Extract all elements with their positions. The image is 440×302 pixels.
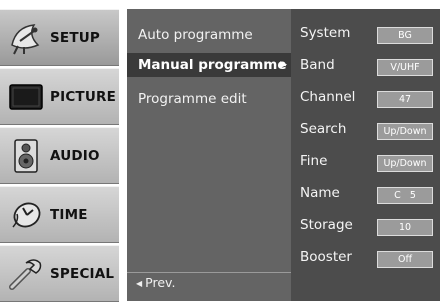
setting-label: System (300, 25, 351, 41)
submenu-item-label: Auto programme (138, 27, 253, 43)
submenu-item-programme-edit[interactable]: Programme edit (127, 87, 291, 111)
submenu-item-auto-programme[interactable]: Auto programme (127, 23, 291, 47)
arrow-left-icon: ◀ (136, 279, 143, 288)
prev-label: Prev. (145, 275, 176, 290)
setting-row-fine[interactable]: Fine Up/Down (291, 148, 440, 180)
setting-value-system[interactable]: BG (377, 27, 433, 44)
setting-row-search[interactable]: Search Up/Down (291, 116, 440, 148)
setting-label: Fine (300, 153, 328, 169)
setting-row-channel[interactable]: Channel 47 (291, 84, 440, 116)
category-audio[interactable]: AUDIO (0, 127, 119, 184)
submenu-item-label: Programme edit (138, 91, 247, 107)
setting-value-name[interactable]: C 5 (377, 187, 433, 204)
category-label: AUDIO (50, 147, 100, 164)
setting-value-booster[interactable]: Off (377, 251, 433, 268)
speaker-icon (6, 136, 46, 176)
setting-row-booster[interactable]: Booster Off (291, 244, 440, 276)
category-label: PICTURE (50, 88, 117, 105)
category-label: TIME (50, 206, 88, 223)
setting-label: Channel (300, 89, 356, 105)
setting-value-band[interactable]: V/UHF (377, 59, 433, 76)
setting-label: Name (300, 185, 340, 201)
clock-icon (6, 195, 46, 235)
setting-row-band[interactable]: Band V/UHF (291, 52, 440, 84)
setting-row-system[interactable]: System BG (291, 20, 440, 52)
submenu-panel: Auto programme Manual programme ▶ Progra… (127, 9, 291, 301)
category-special[interactable]: SPECIAL (0, 245, 119, 302)
category-label: SETUP (50, 29, 101, 46)
category-label: SPECIAL (50, 265, 115, 282)
setting-value-search[interactable]: Up/Down (377, 123, 433, 140)
setting-label: Storage (300, 217, 353, 233)
submenu-item-manual-programme[interactable]: Manual programme ▶ (127, 53, 291, 77)
tv-screen-icon (6, 77, 46, 117)
satellite-dish-icon (6, 18, 46, 58)
arrow-right-icon: ▶ (280, 60, 287, 70)
setting-value-storage[interactable]: 10 (377, 219, 433, 236)
submenu-item-label: Manual programme (138, 57, 287, 73)
category-picture[interactable]: PICTURE (0, 68, 119, 125)
category-column: SETUP PICTURE AUDIO TIME SPECIAL (0, 0, 119, 302)
setting-row-name[interactable]: Name C 5 (291, 180, 440, 212)
setting-row-storage[interactable]: Storage 10 (291, 212, 440, 244)
category-setup[interactable]: SETUP (0, 9, 119, 66)
divider (127, 272, 291, 273)
settings-panel: System BG Band V/UHF Channel 47 Search U… (291, 9, 440, 301)
setting-value-fine[interactable]: Up/Down (377, 155, 433, 172)
setting-label: Booster (300, 249, 352, 265)
setting-value-channel[interactable]: 47 (377, 91, 433, 108)
setting-label: Search (300, 121, 347, 137)
category-time[interactable]: TIME (0, 186, 119, 243)
setting-label: Band (300, 57, 335, 73)
prev-button[interactable]: ◀ Prev. (136, 275, 175, 290)
wrench-icon (6, 254, 46, 294)
